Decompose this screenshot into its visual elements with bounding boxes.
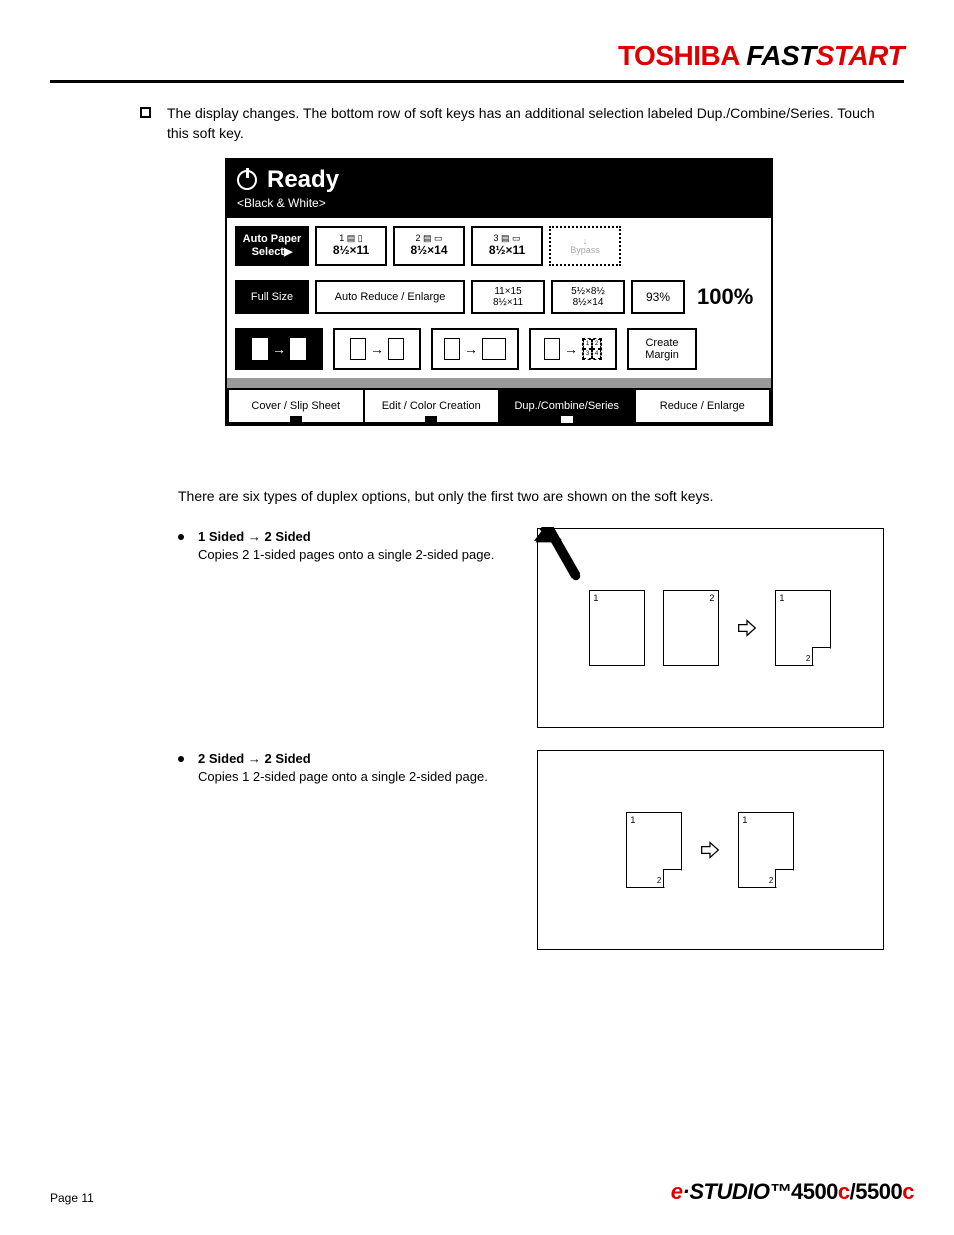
zoom-percent-display: 100% (691, 280, 753, 314)
post-text: There are six types of duplex options, b… (178, 486, 878, 506)
page-icon (544, 338, 560, 360)
tray-size: 8½×14 (400, 243, 458, 257)
combine-4to1-button[interactable]: → 1234 (529, 328, 617, 370)
create-margin-button[interactable]: Create Margin (627, 328, 697, 370)
tray-size: 8½×11 (322, 243, 380, 257)
power-icon (237, 170, 257, 190)
page-icon (444, 338, 460, 360)
header-rule (50, 80, 904, 83)
combine-2to1-button[interactable]: → (431, 328, 519, 370)
zoom-preset-2-button[interactable]: 5½×8½ 8½×14 (551, 280, 625, 314)
percent-preset-button[interactable]: 93% (631, 280, 685, 314)
auto-paper-select-button[interactable]: Auto Paper Select▶ (235, 226, 309, 266)
page-fold-icon (290, 338, 306, 360)
color-mode-label: <Black & White> (237, 196, 761, 210)
arrow-right-icon: → (272, 341, 286, 357)
tray-2-button[interactable]: 2 ▤ ▭ 8½×14 (393, 226, 465, 266)
square-bullet-icon (140, 107, 151, 118)
bullet-disc-icon (178, 534, 184, 540)
tab-edit-color[interactable]: Edit / Color Creation (363, 388, 499, 424)
page-number: Page 11 (50, 1191, 94, 1205)
arrow-right-icon: → (370, 341, 384, 357)
tab-marker-icon (425, 416, 437, 423)
page-icon (252, 338, 268, 360)
tab-marker-icon (290, 416, 302, 423)
header-brand: TOSHIBA FASTSTART (50, 40, 904, 72)
tray-index: 2 ▤ ▭ (400, 234, 458, 243)
ready-label: Ready (267, 166, 339, 194)
auto-reduce-enlarge-button[interactable]: Auto Reduce / Enlarge (315, 280, 465, 314)
arrow-right-icon: → (464, 341, 478, 357)
sheet-icon: 2 (663, 590, 719, 666)
full-size-button[interactable]: Full Size (235, 280, 309, 314)
intro-text: The display changes. The bottom row of s… (167, 103, 887, 144)
hollow-arrow-right-icon (700, 840, 720, 860)
sheet-fold-icon: 12 (626, 812, 682, 888)
copier-screenshot: Ready <Black & White> Auto Paper Select▶… (225, 158, 773, 426)
toshiba-logo: TOSHIBA (618, 40, 739, 71)
fast-text: FAST (746, 40, 816, 71)
tab-dup-combine-series[interactable]: Dup./Combine/Series (498, 388, 634, 424)
start-text: START (816, 40, 904, 71)
option-1-text: 1 Sided → 2 Sided Copies 2 1-sided pages… (198, 528, 494, 564)
tab-cover-slip[interactable]: Cover / Slip Sheet (227, 388, 363, 424)
tab-reduce-enlarge[interactable]: Reduce / Enlarge (634, 388, 772, 424)
duplex-1to2-button[interactable]: → (235, 328, 323, 370)
bypass-button[interactable]: ↓ Bypass (549, 226, 621, 266)
sheet-icon: 1 (589, 590, 645, 666)
pointer-arrow-icon (520, 527, 590, 597)
sheet-fold-icon: 12 (738, 812, 794, 888)
bullet-disc-icon (178, 756, 184, 762)
tray-index: 3 ▤ ▭ (478, 234, 536, 243)
sheet-fold-icon: 12 (775, 590, 831, 666)
arrow-right-icon: → (564, 341, 578, 357)
duplex-2to2-button[interactable]: → (333, 328, 421, 370)
hollow-arrow-right-icon (737, 618, 757, 638)
zoom-preset-1-button[interactable]: 11×15 8½×11 (471, 280, 545, 314)
tray-3-button[interactable]: 3 ▤ ▭ 8½×11 (471, 226, 543, 266)
diagram-2-sided-to-2-sided: 12 12 (537, 750, 884, 950)
page-grid-icon: 1234 (582, 338, 602, 360)
screen-header: Ready <Black & White> (227, 160, 771, 216)
tray-size: 8½×11 (478, 243, 536, 257)
option-2-text: 2 Sided → 2 Sided Copies 1 2-sided page … (198, 750, 488, 786)
page-fold-icon (350, 338, 366, 360)
page-fold-icon (388, 338, 404, 360)
page-spread-icon (482, 338, 506, 360)
tray-1-button[interactable]: 1 ▤ ▯ 8½×11 (315, 226, 387, 266)
tray-index: 1 ▤ ▯ (322, 234, 380, 243)
tab-marker-icon (561, 416, 573, 423)
footer-brand: e·STUDIO™4500c/5500c (671, 1179, 914, 1205)
